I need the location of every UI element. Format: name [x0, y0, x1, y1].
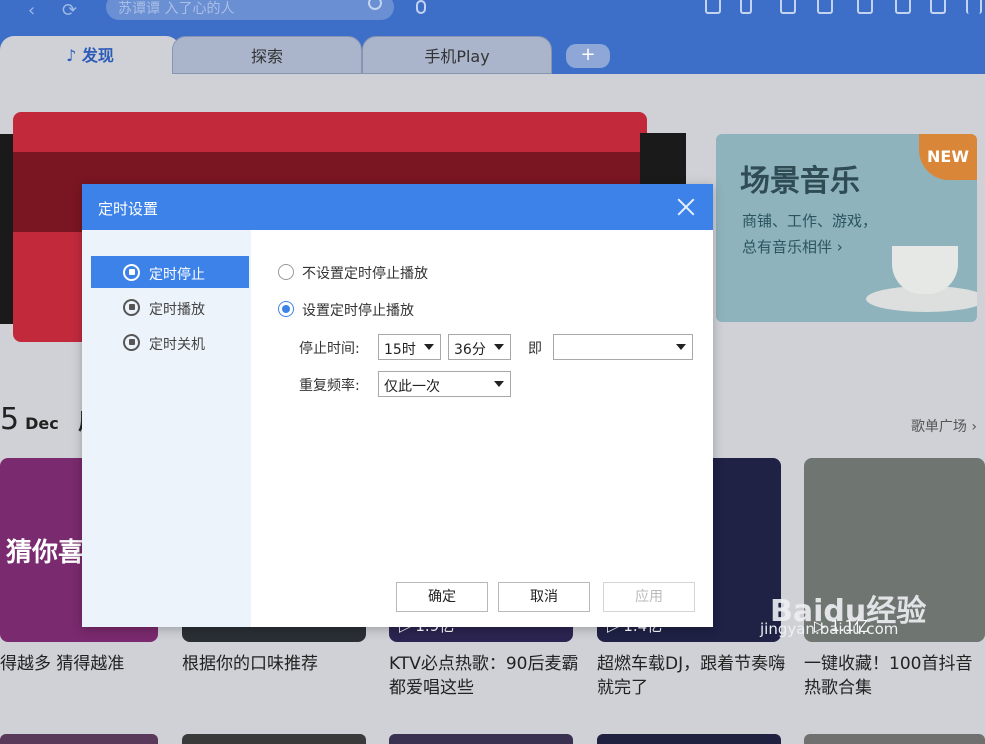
timer-settings-dialog: 定时设置 定时停止 定时播放 定时关机 不设置定时停止播放 设置定时停止播放 停… — [82, 184, 713, 627]
radio-set-timer[interactable] — [278, 301, 294, 317]
repeat-select[interactable]: 仅此一次 — [378, 371, 511, 397]
option-set-timer[interactable]: 设置定时停止播放 — [278, 300, 414, 320]
add-tab-button[interactable]: + — [566, 44, 610, 68]
playlist-plaza-link[interactable]: 歌单广场 › — [911, 416, 977, 436]
back-icon[interactable]: ‹ — [28, 0, 35, 21]
play-timer-icon — [123, 299, 140, 316]
minimize-icon[interactable] — [966, 0, 982, 14]
microphone-icon[interactable] — [416, 0, 426, 14]
search-placeholder: 苏谭谭 入了心的人 — [118, 1, 235, 17]
card-caption[interactable]: 一键收藏！100首抖音热歌合集 — [804, 652, 982, 700]
repeat-label: 重复频率: — [299, 378, 360, 394]
option-no-timer[interactable]: 不设置定时停止播放 — [278, 263, 428, 283]
dropdown-arrow-icon — [676, 344, 686, 350]
cancel-button[interactable]: 取消 — [498, 582, 590, 612]
tab-mobile-play[interactable]: 手机Play — [362, 36, 552, 74]
dialog-sidebar: 定时停止 定时播放 定时关机 — [82, 230, 251, 627]
card-caption[interactable]: 根据你的口味推荐 — [182, 652, 366, 676]
search-icon[interactable] — [368, 0, 382, 10]
phone-icon[interactable] — [740, 0, 752, 14]
watermark-url: jingyan.baidu.com — [760, 620, 899, 638]
search-input[interactable]: 苏谭谭 入了心的人 — [106, 0, 394, 20]
mini-mode-icon[interactable] — [930, 0, 946, 14]
ad-title: 场景音乐 — [740, 164, 860, 199]
tab-bar: ♪ 发现 探索 手机Play — [0, 36, 985, 74]
scene-music-ad[interactable]: 场景音乐 商铺、工作、游戏， 总有音乐相伴 › NEW — [716, 134, 977, 322]
card-caption[interactable]: 超燃车载DJ，跟着节奏嗨就完了 — [597, 652, 787, 700]
power-icon — [123, 334, 140, 351]
card-caption[interactable]: KTV必点热歌：90后麦霸都爱唱这些 — [389, 652, 579, 700]
refresh-icon[interactable]: ⟳ — [62, 0, 77, 21]
ji-label: 即 — [528, 341, 542, 357]
radio-no-timer[interactable] — [278, 264, 294, 280]
apps-icon[interactable] — [780, 0, 796, 14]
dropdown-arrow-icon — [494, 381, 504, 387]
apply-button[interactable]: 应用 — [603, 582, 695, 612]
banner-prev[interactable] — [0, 134, 13, 324]
tab-explore[interactable]: 探索 — [172, 36, 362, 74]
title-bar: ‹ ⟳ 苏谭谭 入了心的人 — [0, 0, 985, 36]
skin-icon[interactable] — [857, 0, 873, 14]
mail-icon[interactable] — [817, 0, 833, 14]
hour-select[interactable]: 15时 — [378, 334, 441, 360]
ok-button[interactable]: 确定 — [396, 582, 488, 612]
desktop-icon[interactable] — [705, 0, 721, 14]
sidebar-item-timed-stop[interactable]: 定时停止 — [91, 256, 249, 288]
dropdown-arrow-icon — [494, 344, 504, 350]
music-note-icon: ♪ — [66, 46, 82, 65]
stop-time-label: 停止时间: — [299, 341, 360, 357]
dropdown-arrow-icon — [424, 344, 434, 350]
close-icon[interactable] — [677, 198, 695, 216]
new-badge: NEW — [919, 134, 977, 180]
sidebar-item-timed-shutdown[interactable]: 定时关机 — [91, 326, 249, 358]
sidebar-item-timed-play[interactable]: 定时播放 — [91, 291, 249, 323]
tab-discover[interactable]: ♪ 发现 — [0, 36, 180, 74]
stop-timer-icon — [123, 264, 140, 281]
card-caption[interactable]: 得越多 猜得越准 — [0, 652, 160, 676]
minute-select[interactable]: 36分 — [448, 334, 511, 360]
ad-subtitle: 商铺、工作、游戏， 总有音乐相伴 › — [742, 212, 878, 256]
dialog-title: 定时设置 — [82, 184, 713, 230]
duration-select[interactable] — [553, 334, 693, 360]
settings-icon[interactable] — [895, 0, 911, 14]
